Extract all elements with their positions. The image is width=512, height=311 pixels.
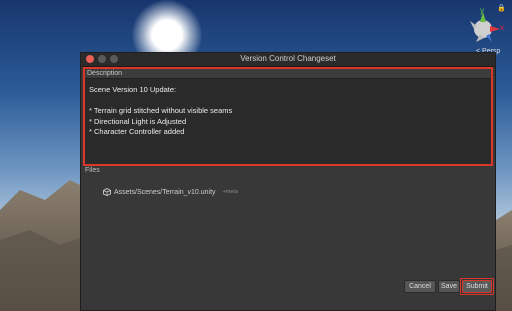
window-title: Version Control Changeset xyxy=(240,54,336,63)
save-button[interactable]: Save xyxy=(438,280,460,293)
lock-icon[interactable]: 🔒 xyxy=(497,4,506,12)
gizmo-y-label: y xyxy=(480,6,484,15)
description-header: Description xyxy=(85,69,491,79)
file-name: Assets/Scenes/Terrain_v10.unity xyxy=(114,188,216,196)
cancel-button[interactable]: Cancel xyxy=(404,280,436,293)
window-titlebar: Version Control Changeset xyxy=(81,53,495,67)
files-header: Files xyxy=(85,167,100,174)
submit-button[interactable]: Submit xyxy=(462,280,492,293)
unity-scene-icon xyxy=(103,188,111,196)
list-item[interactable]: Assets/Scenes/Terrain_v10.unity +meta xyxy=(103,187,238,197)
files-list: Assets/Scenes/Terrain_v10.unity +meta xyxy=(83,177,493,277)
description-textarea[interactable]: Scene Version 10 Update: * Terrain grid … xyxy=(89,85,485,163)
file-meta-badge: +meta xyxy=(222,189,239,195)
gizmo-x-label: x xyxy=(500,23,504,32)
version-control-changeset-window: Version Control Changeset Description Sc… xyxy=(80,52,496,311)
description-section: Description Scene Version 10 Update: * T… xyxy=(83,67,493,166)
